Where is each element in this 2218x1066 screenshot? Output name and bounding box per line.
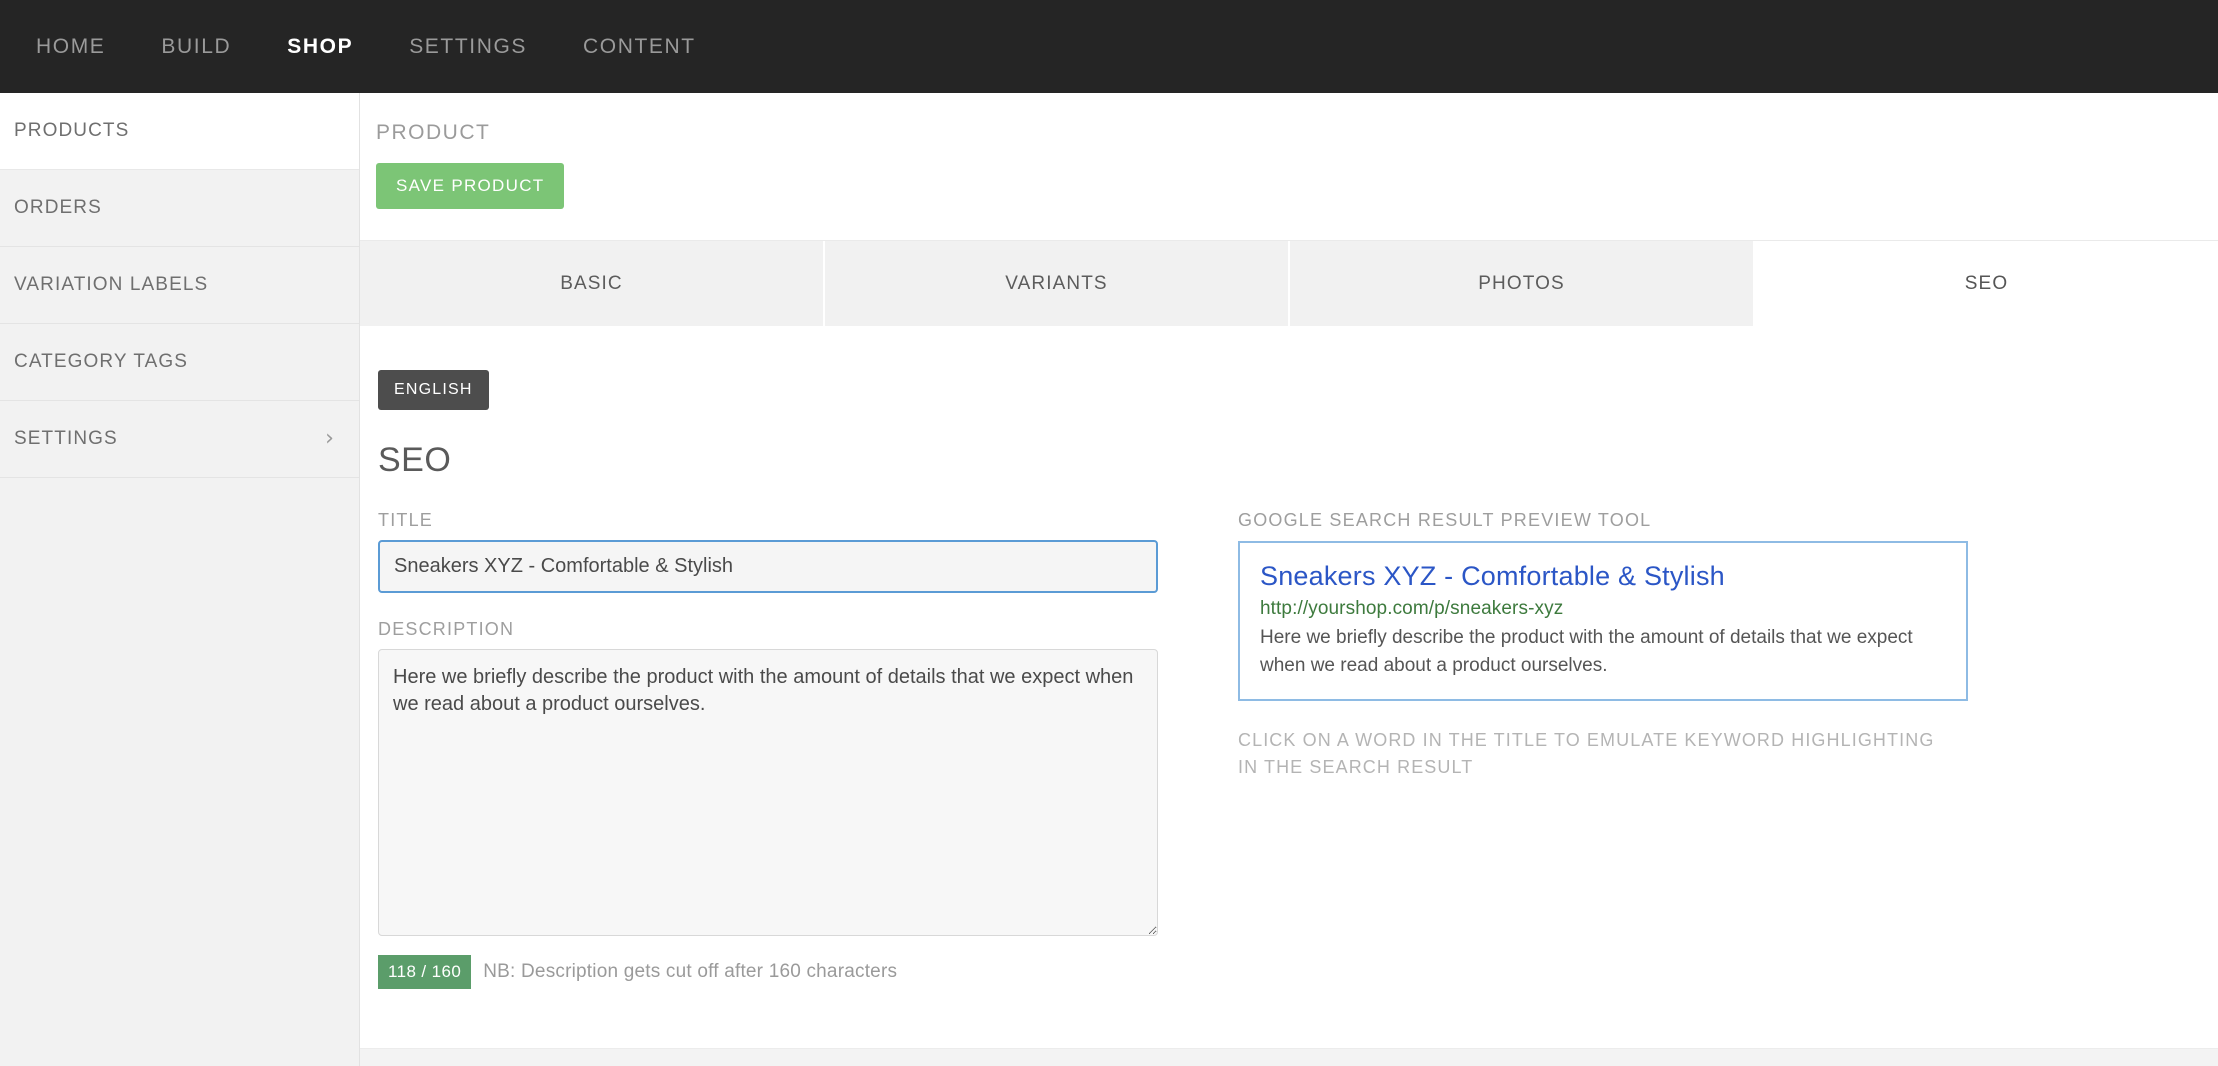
seo-columns: TITLE DESCRIPTION 118 / 160 NB: Descript…	[378, 510, 2218, 989]
character-counter-badge: 118 / 160	[378, 955, 472, 989]
save-product-button[interactable]: SAVE PRODUCT	[376, 163, 565, 209]
topnav-item-home[interactable]: HOME	[8, 0, 133, 93]
sidebar-item-settings[interactable]: SETTINGS ›	[0, 401, 359, 478]
title-label: TITLE	[378, 510, 434, 530]
sidebar-item-label: VARIATION LABELS	[14, 274, 209, 295]
language-button-english[interactable]: ENGLISH	[378, 370, 489, 410]
topnav-item-shop[interactable]: SHOP	[259, 0, 381, 93]
google-preview-hint: CLICK ON A WORD IN THE TITLE TO EMULATE …	[1238, 730, 1935, 778]
google-preview-label: GOOGLE SEARCH RESULT PREVIEW TOOL	[1238, 510, 1652, 530]
page-title: PRODUCT	[376, 121, 491, 144]
title-field-group: TITLE	[378, 510, 1198, 593]
topnav-item-settings[interactable]: SETTINGS	[381, 0, 555, 93]
top-navigation-bar: HOME BUILD SHOP SETTINGS CONTENT	[0, 0, 2218, 93]
topnav-item-content[interactable]: CONTENT	[555, 0, 724, 93]
sidebar-item-label: PRODUCTS	[14, 120, 130, 141]
tab-variants[interactable]: VARIANTS	[825, 241, 1290, 326]
page-shell: PRODUCTS ORDERS VARIATION LABELS CATEGOR…	[0, 93, 2218, 1066]
save-button-row: SAVE PRODUCT	[360, 145, 2218, 209]
seo-title-input[interactable]	[378, 540, 1158, 593]
chevron-right-icon: ›	[325, 426, 335, 451]
seo-form-column: TITLE DESCRIPTION 118 / 160 NB: Descript…	[378, 510, 1198, 989]
sidebar-item-orders[interactable]: ORDERS	[0, 170, 359, 247]
main-content: PRODUCT SAVE PRODUCT BASIC VARIANTS PHOT…	[360, 93, 2218, 1066]
section-title-seo: SEO	[378, 441, 452, 479]
character-counter-note: NB: Description gets cut off after 160 c…	[483, 961, 898, 982]
google-preview-box: Sneakers XYZ - Comfortable & Stylish htt…	[1238, 541, 1968, 702]
sidebar-item-variation-labels[interactable]: VARIATION LABELS	[0, 247, 359, 324]
seo-description-textarea[interactable]	[378, 649, 1158, 936]
product-tabs: BASIC VARIANTS PHOTOS SEO	[360, 240, 2218, 326]
sidebar: PRODUCTS ORDERS VARIATION LABELS CATEGOR…	[0, 93, 360, 1066]
sidebar-item-label: CATEGORY TAGS	[14, 351, 189, 372]
seo-panel: ENGLISH SEO TITLE DESCRIPTION 118 / 160	[360, 326, 2218, 989]
footer-strip	[360, 1048, 2218, 1066]
sidebar-item-label: ORDERS	[14, 197, 102, 218]
tab-photos[interactable]: PHOTOS	[1290, 241, 1755, 326]
google-preview-title[interactable]: Sneakers XYZ - Comfortable & Stylish	[1260, 561, 1946, 592]
sidebar-item-category-tags[interactable]: CATEGORY TAGS	[0, 324, 359, 401]
google-preview-description: Here we briefly describe the product wit…	[1260, 627, 1913, 676]
tab-seo[interactable]: SEO	[1755, 241, 2218, 326]
sidebar-item-products[interactable]: PRODUCTS	[0, 93, 359, 170]
google-preview-url: http://yourshop.com/p/sneakers-xyz	[1260, 598, 1564, 620]
tab-basic[interactable]: BASIC	[360, 241, 825, 326]
topnav-item-build[interactable]: BUILD	[133, 0, 259, 93]
description-field-group: DESCRIPTION	[378, 619, 1198, 941]
character-counter-row: 118 / 160 NB: Description gets cut off a…	[378, 955, 1198, 989]
sidebar-item-label: SETTINGS	[14, 428, 118, 449]
description-label: DESCRIPTION	[378, 619, 515, 639]
page-header: PRODUCT	[360, 93, 2218, 145]
google-preview-column: GOOGLE SEARCH RESULT PREVIEW TOOL Sneake…	[1198, 510, 2218, 989]
